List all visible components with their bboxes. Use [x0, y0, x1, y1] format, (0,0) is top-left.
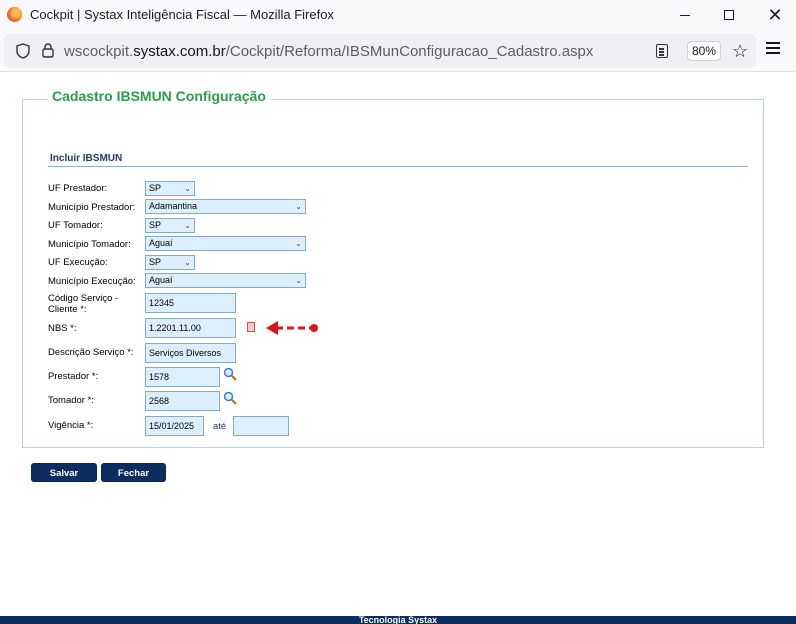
vigencia-separator: até	[213, 421, 227, 432]
uf-tomador-label: UF Tomador:	[48, 220, 103, 231]
prestador-label: Prestador *:	[48, 371, 99, 382]
document-icon[interactable]	[247, 322, 255, 332]
section-divider	[48, 166, 748, 167]
chevron-down-icon: ⌄	[184, 221, 191, 230]
chevron-down-icon: ⌄	[295, 276, 302, 285]
nbs-input[interactable]: 1.2201.11.00	[145, 318, 236, 338]
chevron-down-icon: ⌄	[295, 239, 302, 248]
municipio-tomador-label: Município Tomador:	[48, 239, 131, 250]
vigencia-label: Vigência *:	[48, 420, 94, 431]
window-title: Cockpit | Systax Inteligência Fiscal — M…	[30, 7, 334, 22]
nbs-label: NBS *:	[48, 323, 77, 334]
zoom-level-badge[interactable]: 80%	[687, 41, 721, 61]
form-fieldset	[22, 99, 764, 448]
municipio-prestador-label: Município Prestador:	[48, 202, 136, 213]
bookmark-star-icon[interactable]: ☆	[732, 42, 748, 60]
lock-icon[interactable]	[42, 43, 54, 58]
close-button[interactable]: Fechar	[101, 463, 166, 482]
chevron-down-icon: ⌄	[295, 202, 302, 211]
tomador-input[interactable]: 2568	[145, 391, 220, 411]
browser-toolbar: wscockpit.systax.com.br/Cockpit/Reforma/…	[0, 30, 796, 72]
close-icon: ✕	[767, 4, 783, 25]
chevron-down-icon: ⌄	[184, 258, 191, 267]
uf-execucao-label: UF Execução:	[48, 257, 108, 268]
url-bar[interactable]: wscockpit.systax.com.br/Cockpit/Reforma/…	[4, 34, 756, 68]
search-icon[interactable]	[223, 367, 237, 381]
codigo-servico-label-line2: Cliente *:	[48, 304, 87, 315]
descricao-servico-input[interactable]: Serviços Diversos	[145, 343, 236, 363]
search-icon[interactable]	[223, 391, 237, 405]
chevron-down-icon: ⌄	[184, 184, 191, 193]
vigencia-end-input[interactable]	[233, 416, 289, 436]
municipio-tomador-select[interactable]: Aguaí ⌄	[145, 236, 306, 251]
municipio-prestador-select[interactable]: Adamantina ⌄	[145, 199, 306, 214]
window-titlebar: Cockpit | Systax Inteligência Fiscal — M…	[0, 0, 796, 30]
page-title: Cadastro IBSMUN Configuração	[48, 88, 270, 104]
save-button[interactable]: Salvar	[31, 463, 97, 482]
codigo-servico-label-line1: Código Serviço -	[48, 293, 119, 304]
section-title: Incluir IBSMUN	[50, 153, 123, 164]
municipio-execucao-select[interactable]: Aguaí ⌄	[145, 273, 306, 288]
hamburger-menu-icon[interactable]	[766, 42, 780, 44]
firefox-logo-icon	[7, 7, 22, 22]
maximize-button[interactable]	[706, 0, 752, 30]
minimize-icon	[680, 14, 690, 16]
footer-text: Tecnologia Systax	[358, 616, 438, 624]
minimize-button[interactable]	[662, 0, 708, 30]
uf-prestador-label: UF Prestador:	[48, 183, 108, 194]
footer-bar: Tecnologia Systax	[0, 616, 796, 624]
municipio-execucao-label: Município Execução:	[48, 276, 136, 287]
tomador-label: Tomador *:	[48, 395, 94, 406]
reader-view-icon[interactable]	[656, 44, 668, 58]
close-window-button[interactable]: ✕	[752, 0, 796, 30]
codigo-servico-input[interactable]: 12345	[145, 293, 236, 313]
prestador-input[interactable]: 1578	[145, 367, 220, 387]
uf-execucao-select[interactable]: SP ⌄	[145, 255, 195, 270]
uf-tomador-select[interactable]: SP ⌄	[145, 218, 195, 233]
red-arrow-annotation	[266, 321, 318, 335]
maximize-icon	[724, 10, 734, 20]
url-text[interactable]: wscockpit.systax.com.br/Cockpit/Reforma/…	[64, 43, 593, 60]
descricao-servico-label: Descrição Serviço *:	[48, 347, 134, 358]
shield-icon[interactable]	[16, 43, 30, 59]
uf-prestador-select[interactable]: SP ⌄	[145, 181, 195, 196]
vigencia-start-input[interactable]: 15/01/2025	[145, 416, 204, 436]
